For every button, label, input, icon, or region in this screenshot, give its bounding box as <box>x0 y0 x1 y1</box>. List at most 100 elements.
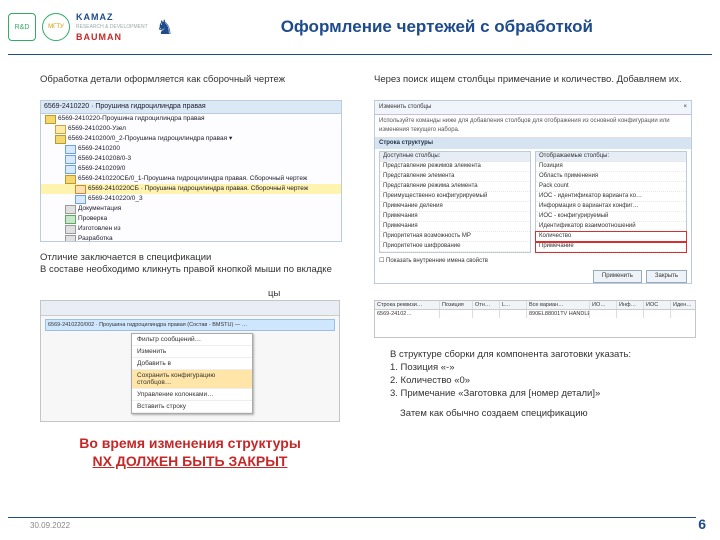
column-header[interactable]: Все вариан… <box>527 301 590 309</box>
column-header[interactable]: Инф… <box>617 301 644 309</box>
close-button[interactable]: Закрыть <box>646 270 687 283</box>
list-item[interactable]: Количество <box>536 232 686 242</box>
menu-item[interactable]: Добавить в <box>132 358 252 370</box>
table-cell <box>617 310 644 318</box>
column-header[interactable]: L… <box>500 301 527 309</box>
right-paragraph-3: Затем как обычно создаем спецификацию <box>400 408 680 420</box>
slide-header: R&D МГТУ KAMAZ RESEARCH & DEVELOPMENT BA… <box>0 6 720 48</box>
r2-item3: 3. Примечание «Заготовка для [номер дета… <box>390 388 600 399</box>
asm-icon <box>55 135 66 144</box>
tree-item[interactable]: Проверка <box>41 214 341 224</box>
tree-item[interactable]: 6569-2410220-Проушина гидроцилиндра прав… <box>41 114 341 124</box>
menu-item[interactable]: Управление колонками… <box>132 389 252 401</box>
list-item[interactable]: ИОС - конфигурируемый <box>536 212 686 222</box>
apply-button[interactable]: Применить <box>593 270 642 283</box>
column-header[interactable]: Строка реквизи… <box>375 301 440 309</box>
table-cell: 6569-24102… <box>375 310 440 318</box>
dialog-subtitle: Используйте команды ниже для добавления … <box>375 115 691 138</box>
list-item[interactable]: Идентификатор взаимоотношений <box>536 222 686 232</box>
tree-item-label: Разработка <box>78 234 113 242</box>
list-item[interactable]: Приоритетная возможность MP <box>380 232 530 242</box>
logos: R&D МГТУ KAMAZ RESEARCH & DEVELOPMENT BA… <box>8 12 174 42</box>
list-item[interactable]: Примечание <box>536 242 686 252</box>
prt-icon <box>65 165 76 174</box>
list-item[interactable]: Представление элемента <box>380 172 530 182</box>
page-title: Оформление чертежей с обработкой <box>174 17 720 37</box>
table-cell <box>500 310 527 318</box>
list-item[interactable]: Приоритетное шифрование <box>380 242 530 252</box>
list-item[interactable]: Примечания <box>380 212 530 222</box>
page-number: 6 <box>698 516 706 532</box>
tree-title: 6569-2410220 · Проушина гидроцилиндра пр… <box>41 101 341 114</box>
available-columns-list[interactable]: Доступные столбцы: Представление режимов… <box>379 151 531 253</box>
tree-item-label: 6569-2410220СБ/0_1-Проушина гидроцилиндр… <box>78 174 307 184</box>
header-rule <box>8 54 712 55</box>
prt-icon <box>65 145 76 154</box>
list-item[interactable]: Информация о вариантах конфиг… <box>536 202 686 212</box>
tree-item-label: 6569-2410200-Узел <box>68 124 126 134</box>
left-p2-line2: В составе необходимо кликнуть правой кно… <box>40 264 332 275</box>
warning-line1: Во время изменения структуры <box>60 434 320 452</box>
prt-icon <box>65 155 76 164</box>
tree-item-label: 6569-2410200 <box>78 144 120 154</box>
column-header[interactable]: Позиция <box>440 301 473 309</box>
column-header[interactable]: ИО… <box>590 301 617 309</box>
tree-item[interactable]: 6569-2410200-Узел <box>41 124 341 134</box>
tree-item-label: 6569-2410220/0_3 <box>88 194 143 204</box>
tree-item[interactable]: 6569-2410209/0 <box>41 164 341 174</box>
list-item[interactable]: Представление режима элемента <box>380 182 530 192</box>
footer-date: 30.09.2022 <box>30 521 70 530</box>
left-p2-line1: Отличие заключается в спецификации <box>40 252 211 263</box>
columns-dialog-screenshot: Изменить столбцы × Используйте команды н… <box>374 100 692 284</box>
footer-rule <box>8 517 696 518</box>
tree-item[interactable]: Документация <box>41 204 341 214</box>
table-cell <box>440 310 473 318</box>
r2-item2: 2. Количество «0» <box>390 375 470 386</box>
list-item[interactable]: Примечания <box>380 222 530 232</box>
list-item[interactable]: Примечание деления <box>380 202 530 212</box>
tree-item-label: 6569-2410200/0_2-Проушина гидроцилиндра … <box>68 134 232 144</box>
asm-icon <box>45 115 56 124</box>
list-item[interactable]: Позиция <box>536 162 686 172</box>
list-item[interactable]: Представление режимов элемента <box>380 162 530 172</box>
tree-item-label: Проверка <box>78 214 107 224</box>
tree-item-label: Изготовлен из <box>78 224 121 234</box>
tree-item[interactable]: 6569-2410220/0_3 <box>41 194 341 204</box>
tree-item[interactable]: 6569-2410200/0_2-Проушина гидроцилиндра … <box>41 134 341 144</box>
table-row-screenshot: Строка реквизи…ПозицияОтн…L…Все вариан…И… <box>374 300 696 338</box>
logo-kamaz-bottom: BAUMAN <box>76 32 148 42</box>
tree-item[interactable]: 6569-2410220СБ · Проушина гидроцилиндра … <box>41 184 341 194</box>
tree-item[interactable]: 6569-2410208/0-3 <box>41 154 341 164</box>
list-item[interactable]: ИОС - идентификатор варианта ко… <box>536 192 686 202</box>
list-item[interactable]: Область применения <box>536 172 686 182</box>
menu-item[interactable]: Сохранить конфигурацию столбцов… <box>132 370 252 389</box>
dialog-title: Изменить столбцы <box>379 103 431 112</box>
displayed-columns-list[interactable]: Отображаемые столбцы: ПозицияОбласть при… <box>535 151 687 253</box>
context-menu[interactable]: Фильтр сообщений…ИзменитьДобавить вСохра… <box>131 333 253 414</box>
menu-item[interactable]: Фильтр сообщений… <box>132 334 252 346</box>
tree-item[interactable]: 6569-2410220СБ/0_1-Проушина гидроцилиндр… <box>41 174 341 184</box>
menu-item[interactable]: Изменить <box>132 346 252 358</box>
close-icon[interactable]: × <box>683 103 687 112</box>
list-item[interactable]: Pack count <box>536 182 686 192</box>
doc-icon <box>65 235 76 243</box>
left-paragraph-1: Обработка детали оформляется как сборочн… <box>40 74 340 86</box>
tree-item-label: 6569-2410209/0 <box>78 164 125 174</box>
ctx-toolbar <box>41 301 339 316</box>
menu-item[interactable]: Вставить строку <box>132 401 252 413</box>
dialog-section-label: Строка структуры <box>375 138 691 149</box>
table-cell <box>473 310 500 318</box>
column-header[interactable]: Иден… <box>671 301 696 309</box>
column-header[interactable]: Отн… <box>473 301 500 309</box>
logo-kamaz-top: KAMAZ <box>76 12 148 22</box>
doc-icon <box>65 225 76 234</box>
show-internal-names-checkbox[interactable]: ☐ Показать внутренние имена свойств <box>375 255 691 268</box>
asm-icon <box>65 175 76 184</box>
table-cell <box>671 310 696 318</box>
tree-item[interactable]: 6569-2410200 <box>41 144 341 154</box>
list-item[interactable]: Преимущественно конфигурируемый <box>380 192 530 202</box>
column-header[interactable]: ИОС <box>644 301 671 309</box>
dialog-buttons: Применить Закрыть <box>375 268 691 284</box>
tree-item[interactable]: Разработка <box>41 234 341 242</box>
tree-item[interactable]: Изготовлен из <box>41 224 341 234</box>
